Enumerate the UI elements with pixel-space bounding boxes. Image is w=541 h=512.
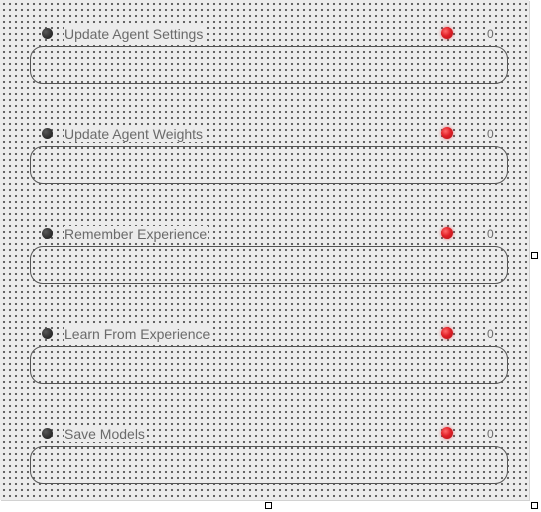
row-save-models: Save Models 0 [0, 424, 529, 444]
row-count: 0 [486, 427, 495, 441]
row-remember-experience: Remember Experience 0 [0, 224, 529, 244]
row-count: 0 [486, 327, 495, 341]
red-led-icon [441, 427, 453, 439]
update-agent-weights-field[interactable] [30, 146, 508, 184]
update-agent-settings-field[interactable] [30, 46, 508, 84]
row-count: 0 [486, 227, 495, 241]
status-indicator-icon [42, 228, 53, 239]
row-label: Remember Experience [64, 226, 209, 242]
red-led-icon [441, 27, 453, 39]
row-label: Update Agent Settings [64, 26, 205, 42]
save-models-field[interactable] [30, 446, 508, 484]
status-indicator-icon [42, 28, 53, 39]
learn-from-experience-field[interactable] [30, 346, 508, 384]
red-led-icon [441, 127, 453, 139]
status-indicator-icon [42, 428, 53, 439]
remember-experience-field[interactable] [30, 246, 508, 284]
status-indicator-icon [42, 128, 53, 139]
row-update-agent-weights: Update Agent Weights 0 [0, 124, 529, 144]
row-label: Update Agent Weights [64, 126, 205, 142]
row-count: 0 [486, 27, 495, 41]
resize-handle-bottom-icon[interactable] [265, 502, 272, 509]
status-indicator-icon [42, 328, 53, 339]
row-label: Save Models [64, 426, 146, 442]
row-count: 0 [486, 127, 495, 141]
design-canvas[interactable]: Update Agent Settings 0 Update Agent Wei… [0, 0, 529, 500]
red-led-icon [441, 227, 453, 239]
resize-handle-corner-icon[interactable] [531, 502, 538, 509]
row-learn-from-experience: Learn From Experience 0 [0, 324, 529, 344]
row-update-agent-settings: Update Agent Settings 0 [0, 24, 529, 44]
row-label: Learn From Experience [64, 326, 212, 342]
red-led-icon [441, 327, 453, 339]
resize-handle-right-icon[interactable] [531, 252, 538, 259]
